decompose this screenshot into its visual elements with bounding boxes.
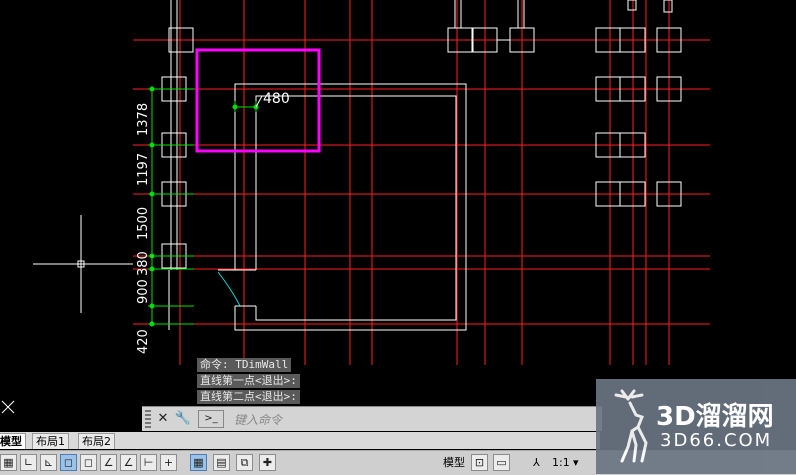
command-bar: ✕ 🔧 >_ [142, 406, 602, 431]
crosshair-cursor [33, 215, 133, 313]
snap-icon[interactable]: ∟ [20, 454, 37, 471]
wrench-icon[interactable]: 🔧 [174, 410, 192, 428]
polar-icon[interactable]: ◻ [60, 454, 77, 471]
transparency-icon[interactable]: ▤ [213, 454, 230, 471]
tab-model[interactable]: 模型 [0, 433, 26, 449]
annotation-scale[interactable]: 1:1 [552, 455, 570, 471]
close-icon[interactable] [1, 400, 15, 414]
annotation-monitor-icon[interactable]: ✚ [259, 454, 276, 471]
command-input[interactable] [232, 410, 596, 430]
dim-420: 420 [136, 329, 151, 354]
dim-480: 480 [263, 91, 290, 107]
close-icon[interactable]: ✕ [154, 410, 172, 428]
annotation-scale-icon[interactable]: ⅄ [533, 455, 540, 471]
deer-logo-icon [614, 389, 648, 463]
3dosnap-icon[interactable]: ∠ [100, 454, 117, 471]
dim-380: 380 [136, 251, 151, 276]
layout-tabs: 模型 布局1 布局2 [0, 432, 600, 449]
ducs-icon[interactable]: ⊢ [140, 454, 157, 471]
dyn-icon[interactable]: + [160, 454, 177, 471]
quick-view-drawings-icon[interactable]: ▭ [493, 454, 510, 471]
dim-1378: 1378 [136, 103, 151, 136]
quick-view-layouts-icon[interactable]: ⊡ [471, 454, 488, 471]
selection-cycling-icon[interactable]: ⧉ [236, 454, 253, 471]
chevron-down-icon[interactable]: ▾ [573, 455, 579, 471]
model-space-label[interactable]: 模型 [443, 455, 465, 471]
door-arc [217, 271, 241, 307]
command-history-line-3: 直线第二点<退出>: [197, 390, 300, 404]
highlight-box [195, 48, 321, 153]
watermark-domain: 3D66.COM [660, 430, 773, 451]
ortho-icon[interactable]: ⊾ [40, 454, 57, 471]
watermark-brand: 3D溜溜网 [656, 402, 774, 432]
grid-icon[interactable]: ▦ [0, 454, 17, 471]
tab-layout2[interactable]: 布局2 [78, 433, 115, 449]
command-history-line-1: 命令: TDimWall [197, 358, 292, 372]
osnap-icon[interactable]: ◻ [80, 454, 97, 471]
lineweight-icon[interactable]: ▦ [190, 454, 207, 471]
dim-1197: 1197 [136, 153, 151, 186]
dim-1500: 1500 [136, 207, 151, 240]
tab-layout1[interactable]: 布局1 [32, 433, 69, 449]
dim-900: 900 [136, 279, 151, 304]
otrack-icon[interactable]: ∠ [120, 454, 137, 471]
command-history-line-2: 直线第一点<退出>: [197, 374, 300, 388]
dimension-texts: 1378 1197 1500 380 900 420 480 [136, 91, 290, 354]
drag-handle[interactable] [145, 410, 151, 428]
command-prompt-icon[interactable]: >_ [198, 410, 224, 428]
